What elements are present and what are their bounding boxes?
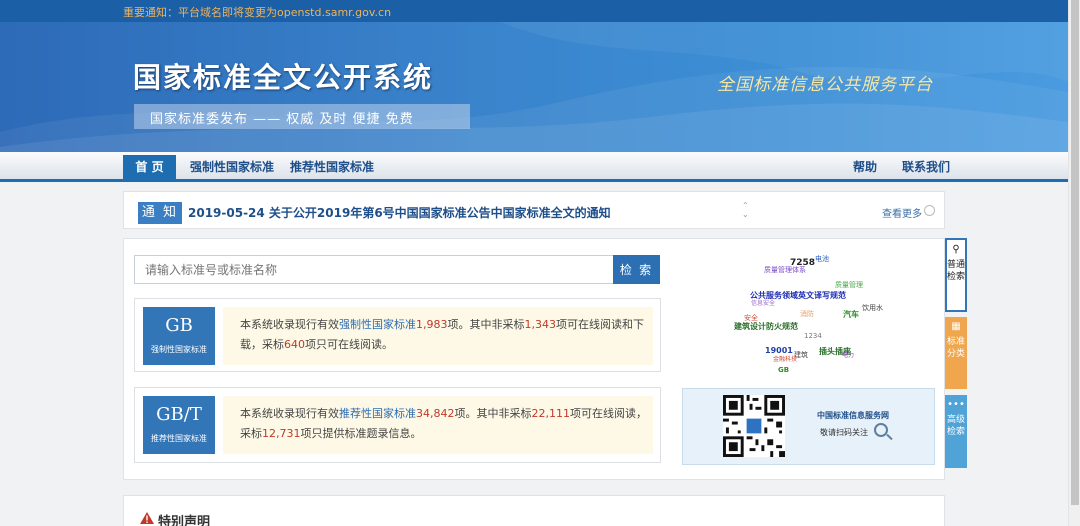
site-banner: 国家标准全文公开系统 国家标准委发布 —— 权威 及时 便捷 免费 全国标准信息… [0, 22, 1068, 152]
cloud-tag[interactable]: 汽车 [843, 309, 859, 320]
top-notice-text[interactable]: 重要通知：平台域名即将变更为openstd.samr.gov.cn [123, 4, 391, 20]
nav-recommended-standards[interactable]: 推荐性国家标准 [290, 155, 374, 179]
gbt-text-4: 项只提供标准题录信息。 [300, 427, 422, 440]
search-icon: ⚲ [952, 244, 960, 255]
page-scrollbar[interactable] [1068, 0, 1080, 526]
gb-name: 强制性国家标准 [151, 345, 207, 354]
gbt-link[interactable]: 推荐性国家标准 [339, 407, 416, 420]
side-tab-advanced-label: 高级检索 [946, 415, 965, 437]
qr-title: 中国标准信息服务网 [817, 411, 889, 420]
gbt-count-adopted: 12,731 [262, 427, 301, 440]
side-tab-basic-label: 普通检索 [947, 260, 966, 282]
gbt-count-nonadopted: 22,111 [531, 407, 571, 420]
side-tab-advanced-search[interactable]: ••• 高级检索 [945, 395, 967, 468]
cloud-tag[interactable]: 电力 [842, 350, 854, 359]
gbt-name: 推荐性国家标准 [151, 434, 207, 443]
nav-help[interactable]: 帮助 [853, 155, 877, 179]
notice-tag: 通 知 [138, 202, 182, 224]
gb-description: 本系统收录现行有效强制性国家标准1,983项。其中非采标1,343项可在线阅读和… [223, 307, 653, 365]
cloud-tag[interactable]: 建筑设计防火规范 [734, 321, 798, 332]
cloud-tag[interactable]: 消防 [800, 309, 814, 319]
more-dots-icon: ••• [947, 399, 965, 410]
gbt-text-1: 本系统收录现行有效 [240, 407, 339, 420]
cloud-tag[interactable]: 金融科技 [773, 354, 797, 363]
gb-count-adopted: 640 [284, 338, 305, 351]
notice-title[interactable]: 2019-05-24 关于公开2019年第6号中国国家标准公告中国家标准全文的通… [188, 204, 611, 221]
site-slogan: 国家标准委发布 —— 权威 及时 便捷 免费 [134, 104, 470, 129]
gb-standard-box: GB 强制性国家标准 本系统收录现行有效强制性国家标准1,983项。其中非采标1… [134, 298, 661, 372]
magnifier-icon [874, 423, 888, 437]
gb-link[interactable]: 强制性国家标准 [339, 318, 416, 331]
scroll-arrows-icon[interactable]: ⌃ ⌄ [742, 201, 749, 219]
gbt-code: GB/T [156, 404, 202, 425]
platform-name: 全国标准信息公共服务平台 [717, 75, 933, 95]
cloud-tag[interactable]: 信息安全 [751, 298, 775, 307]
gbt-description: 本系统收录现行有效推荐性国家标准34,842项。其中非采标22,111项可在线阅… [223, 396, 653, 454]
side-tab-category-label: 标准分类 [946, 337, 965, 359]
main-nav: 首 页 强制性国家标准 推荐性国家标准 帮助 联系我们 [0, 152, 1068, 182]
gb-count-nonadopted: 1,343 [524, 318, 557, 331]
search-input[interactable] [134, 255, 614, 284]
cloud-tag[interactable]: 电池 [815, 254, 829, 264]
qr-code[interactable] [723, 395, 785, 457]
site-title: 国家标准全文公开系统 [133, 61, 434, 94]
search-button[interactable]: 检 索 [613, 255, 660, 284]
top-notice-bar: 重要通知：平台域名即将变更为openstd.samr.gov.cn [0, 0, 1068, 22]
gb-count-total: 1,983 [416, 318, 448, 331]
side-tab-basic-search[interactable]: ⚲ 普通检索 [945, 238, 967, 312]
nav-home[interactable]: 首 页 [123, 155, 176, 179]
gb-text-4: 项只可在线阅读。 [305, 338, 393, 351]
gb-badge[interactable]: GB 强制性国家标准 [143, 307, 215, 365]
scrollbar-thumb[interactable] [1071, 0, 1079, 505]
declaration-title: 特别声明 [158, 515, 211, 526]
site-slogan-text: 国家标准委发布 —— 权威 及时 便捷 免费 [150, 112, 414, 127]
qr-subtitle: 敬请扫码关注 [820, 428, 868, 437]
nav-contact[interactable]: 联系我们 [902, 155, 950, 179]
gb-text-2: 项。其中非采标 [447, 318, 525, 331]
gb-code: GB [165, 315, 193, 336]
cloud-tag[interactable]: 饮用水 [862, 303, 883, 313]
qr-panel: 中国标准信息服务网 敬请扫码关注 [682, 388, 935, 465]
view-more-link[interactable]: 查看更多 [882, 205, 922, 220]
gb-text-1: 本系统收录现行有效 [240, 318, 339, 331]
cloud-tag[interactable]: 质量管理 [835, 280, 863, 290]
clock-icon [924, 205, 935, 216]
gbt-count-total: 34,842 [416, 407, 455, 420]
cloud-tag[interactable]: GB [778, 366, 789, 374]
nav-mandatory-standards[interactable]: 强制性国家标准 [190, 155, 274, 179]
side-tab-category[interactable]: ▦ 标准分类 [945, 317, 967, 389]
declaration-card [123, 495, 945, 526]
cloud-tag[interactable]: 质量管理体系 [764, 265, 806, 275]
notice-card: 通 知 2019-05-24 关于公开2019年第6号中国国家标准公告中国家标准… [123, 191, 945, 229]
cloud-tag[interactable]: 1234 [804, 332, 822, 340]
tag-cloud: 7258 电池 质量管理体系 质量管理 公共服务领域英文译写规范 饮用水 安全 … [682, 250, 934, 380]
gbt-text-2: 项。其中非采标 [454, 407, 532, 420]
grid-icon: ▦ [951, 321, 961, 332]
gbt-standard-box: GB/T 推荐性国家标准 本系统收录现行有效推荐性国家标准34,842项。其中非… [134, 387, 661, 463]
warning-icon [140, 512, 154, 524]
gbt-badge[interactable]: GB/T 推荐性国家标准 [143, 396, 215, 454]
